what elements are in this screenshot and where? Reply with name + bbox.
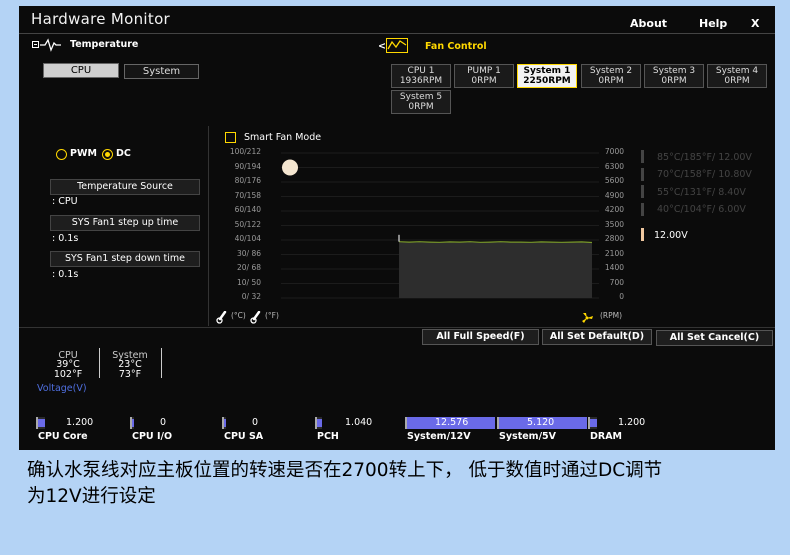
voltage-label: CPU SA [224, 431, 264, 442]
voltage-value: 1.040 [345, 417, 373, 428]
voltage-label: CPU I/O [132, 431, 173, 442]
voltage-label: DRAM [590, 431, 623, 442]
level-indicator-active[interactable] [641, 228, 644, 241]
voltage-value: 5.120 [527, 417, 555, 428]
voltage-value: 12.576 [435, 417, 469, 428]
voltage-bar [36, 417, 45, 429]
level-indicator [641, 168, 644, 181]
fan-curve-chart [281, 152, 599, 299]
voltage-label: PCH [317, 431, 339, 442]
caption-line-2: 为12V进行设定 [27, 486, 156, 507]
cpu-temp-f: 102°F [53, 369, 83, 380]
voltage-label: CPU Core [38, 431, 88, 442]
celsius-unit: (°C) [231, 311, 246, 320]
level-indicator [641, 150, 644, 163]
voltage-bar [130, 417, 134, 429]
voltage-value: 1.200 [66, 417, 94, 428]
voltage-value: 1.200 [618, 417, 646, 428]
caption-line-1: 确认水泵线对应主板位置的转速是否在2700转上下， 低于数值时通过DC调节 [27, 460, 663, 481]
thermometer-f-icon [250, 309, 263, 324]
fan-curve-handle [282, 159, 298, 176]
level-label: 70°C/158°F/ 10.80V [657, 169, 752, 180]
all-set-cancel-button[interactable]: All Set Cancel(C) [656, 330, 773, 346]
level-label: 85°C/185°F/ 12.00V [657, 152, 752, 163]
thermometer-c-icon [216, 309, 229, 324]
voltage-bar [315, 417, 323, 429]
rpm-history-area [399, 242, 592, 298]
monitor-divider [161, 348, 162, 378]
voltage-bar [222, 417, 226, 429]
bios-screenshot: Hardware Monitor About Help X Temperatur… [19, 6, 775, 450]
rpm-history-line [398, 241, 593, 244]
all-set-default-button[interactable]: All Set Default(D) [542, 329, 652, 345]
voltage-label: System/5V [499, 431, 557, 442]
system-temp-f: 73°F [118, 369, 142, 380]
monitor-divider [99, 348, 100, 378]
fahrenheit-unit: (°F) [265, 311, 279, 320]
voltage-label: System/12V [407, 431, 471, 442]
rpm-unit: (RPM) [600, 311, 623, 320]
level-label: 55°C/131°F/ 8.40V [657, 187, 746, 198]
section-divider [19, 327, 775, 328]
voltage-bar [588, 417, 597, 429]
level-label-active: 12.00V [654, 230, 688, 241]
voltage-value: 0 [160, 417, 167, 428]
level-indicator [641, 203, 644, 216]
voltage-value: 0 [252, 417, 259, 428]
level-label: 40°C/104°F/ 6.00V [657, 204, 746, 215]
level-indicator [641, 185, 644, 198]
fan-icon [580, 309, 594, 323]
voltage-label: Voltage(V) [37, 383, 87, 394]
all-full-speed-button[interactable]: All Full Speed(F) [422, 329, 539, 345]
